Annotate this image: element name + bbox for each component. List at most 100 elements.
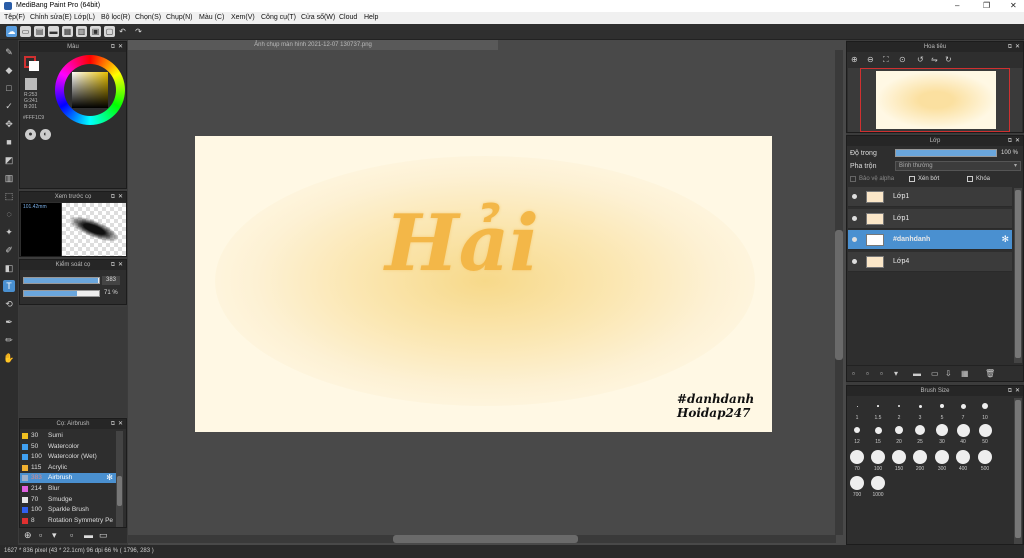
layer-folder-icon[interactable]: ▬: [913, 369, 921, 378]
palette-icon[interactable]: ●: [25, 129, 36, 140]
fill-rect-icon[interactable]: ■: [3, 136, 15, 148]
menu-capture[interactable]: Chụp(N): [166, 14, 192, 21]
close-icon[interactable]: ✕: [1015, 386, 1020, 396]
brush-item[interactable]: 214 Blur: [20, 484, 116, 494]
layer-row[interactable]: Lớp4: [848, 251, 1012, 272]
brush-menu-icon[interactable]: ▾: [52, 530, 57, 541]
brush-settings-icon[interactable]: ▫: [70, 530, 73, 540]
float-icon[interactable]: ⧉: [111, 260, 115, 270]
add-brush-icon[interactable]: ⊕: [24, 530, 32, 541]
lasso-tool-icon[interactable]: ◌: [3, 208, 15, 220]
vertical-scroll-thumb[interactable]: [835, 230, 843, 360]
rotate-left-icon[interactable]: ↺: [917, 55, 924, 64]
brush-size-dot[interactable]: [936, 424, 948, 436]
layer-settings-icon[interactable]: ▦: [961, 369, 969, 378]
document-canvas[interactable]: Hải #danhdanh Hoidap247: [195, 136, 772, 432]
brush-size-dot[interactable]: [898, 405, 900, 407]
select-brush-icon[interactable]: ✓: [3, 100, 15, 112]
horizontal-scroll-thumb[interactable]: [393, 535, 578, 543]
brush-item[interactable]: 30 Sumi: [20, 431, 116, 441]
document-icon[interactable]: ▥: [76, 26, 87, 37]
brush-size-dot[interactable]: [892, 450, 906, 464]
brush-size-dot[interactable]: [874, 426, 882, 434]
brush-size-slider[interactable]: [23, 277, 100, 284]
gradient-tool-icon[interactable]: ▥: [3, 172, 15, 184]
brush-item[interactable]: 8 Rotation Symmetry Pe: [20, 516, 116, 526]
brush-item[interactable]: 115 Acrylic: [20, 463, 116, 473]
navigator-preview[interactable]: [848, 68, 1022, 132]
color-mode-icon[interactable]: ◐: [40, 129, 51, 140]
brush-size-dot[interactable]: [935, 450, 949, 464]
delete-layer-icon[interactable]: 🗑: [985, 369, 995, 378]
new-file-icon[interactable]: ▭: [20, 26, 31, 37]
brush-size-dot[interactable]: [956, 450, 970, 464]
brush-tool-icon[interactable]: ✎: [3, 46, 15, 58]
rectangle-tool-icon[interactable]: □: [3, 82, 15, 94]
menu-window[interactable]: Cửa sổ(W): [301, 14, 335, 21]
save-icon[interactable]: ▦: [62, 26, 73, 37]
brush-size-dot[interactable]: [850, 450, 864, 464]
protect-alpha-checkbox[interactable]: [850, 176, 856, 182]
brush-size-dot[interactable]: [856, 405, 858, 407]
undo-icon[interactable]: ↶: [117, 26, 128, 37]
background-color-swatch[interactable]: [29, 61, 39, 71]
brush-size-dot[interactable]: [956, 423, 970, 437]
close-icon[interactable]: ✕: [118, 419, 123, 429]
menu-color[interactable]: Màu (C): [199, 14, 224, 21]
brush-size-value[interactable]: 383: [102, 276, 120, 285]
brush-size-scrollbar[interactable]: [1014, 398, 1022, 544]
float-icon[interactable]: ⧉: [1008, 42, 1012, 52]
pen-select-icon[interactable]: ✐: [3, 244, 15, 256]
layers-scrollbar[interactable]: [1014, 188, 1022, 363]
duplicate-layer-icon[interactable]: ▭: [931, 369, 939, 378]
visibility-icon[interactable]: [852, 237, 857, 242]
document-tab[interactable]: Ảnh chụp màn hình 2021-12-07 130737.png: [128, 40, 498, 50]
close-icon[interactable]: ✕: [1015, 136, 1020, 146]
actual-size-icon[interactable]: ⊙: [899, 55, 906, 64]
brush-size-dot[interactable]: [877, 405, 879, 407]
float-icon[interactable]: ⧉: [111, 42, 115, 52]
menu-edit[interactable]: Chỉnh sửa(E): [30, 14, 72, 21]
layer-row[interactable]: Lớp1: [848, 187, 1012, 207]
add-layer-menu-icon[interactable]: ▾: [894, 369, 898, 378]
eyedropper-icon[interactable]: ✒: [3, 316, 15, 328]
duplicate-icon[interactable]: ▭: [99, 530, 108, 541]
layer-row[interactable]: Lớp1: [848, 208, 1012, 229]
transparent-swatch[interactable]: [25, 78, 37, 90]
menu-cloud[interactable]: Cloud: [339, 14, 357, 21]
brush-size-dot[interactable]: [915, 425, 925, 435]
brush-size-dot[interactable]: [982, 403, 988, 409]
cloud-icon[interactable]: ☁: [6, 26, 17, 37]
close-icon[interactable]: ✕: [118, 192, 123, 202]
text-tool-icon[interactable]: T: [3, 280, 15, 292]
brush-size-dot[interactable]: [918, 404, 922, 408]
close-icon[interactable]: ✕: [118, 260, 123, 270]
brush-item[interactable]: 50 Watercolor: [20, 442, 116, 452]
rotate-right-icon[interactable]: ↻: [945, 55, 952, 64]
brush-size-dot[interactable]: [913, 450, 927, 464]
open-icon[interactable]: ▤: [34, 26, 45, 37]
brush-item[interactable]: 383 Airbrush ✻: [20, 473, 116, 484]
menu-tools[interactable]: Công cụ(T): [261, 14, 296, 21]
magic-wand-icon[interactable]: ✦: [3, 226, 15, 238]
visibility-icon[interactable]: [852, 215, 857, 221]
close-icon[interactable]: ✕: [118, 42, 123, 52]
float-icon[interactable]: ⧉: [111, 419, 115, 429]
float-icon[interactable]: ⧉: [111, 192, 115, 202]
menu-help[interactable]: Help: [364, 14, 378, 21]
zoom-out-icon[interactable]: ⊖: [867, 55, 874, 64]
float-icon[interactable]: ⧉: [1008, 136, 1012, 146]
maximize-button[interactable]: ❐: [983, 1, 990, 10]
close-icon[interactable]: ✕: [1015, 42, 1020, 52]
bucket-tool-icon[interactable]: ◩: [3, 154, 15, 166]
brush-item[interactable]: 70 Smudge: [20, 495, 116, 505]
new-layer-icon[interactable]: ▫: [852, 369, 855, 378]
layer-row[interactable]: #danhdanh ✻: [848, 230, 1012, 250]
clipping-checkbox[interactable]: [909, 176, 915, 182]
move-tool-icon[interactable]: ✥: [3, 118, 15, 130]
gear-icon[interactable]: ✻: [1001, 234, 1009, 245]
pen-icon[interactable]: ✏: [3, 334, 15, 346]
brush-size-dot[interactable]: [854, 427, 860, 433]
comment-icon[interactable]: ▬: [48, 26, 59, 37]
lock-checkbox[interactable]: [967, 176, 973, 182]
